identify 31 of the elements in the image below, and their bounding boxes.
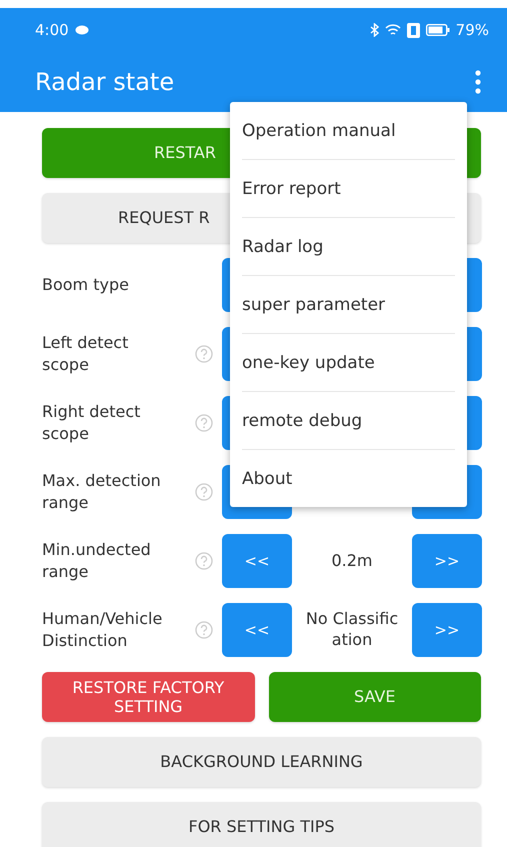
setting-label: Max. detection range [42,470,162,514]
bluetooth-icon [370,23,379,37]
app-title: Radar state [35,68,174,96]
action-button[interactable]: BACKGROUND LEARNING [42,737,481,787]
menu-item[interactable]: About [242,450,455,507]
setting-label: Left detect scope [42,332,130,376]
chat-bubble-icon [74,24,89,36]
action-button[interactable]: FOR SETTING TIPS [42,802,481,847]
setting-label: Right detect scope [42,401,142,445]
clock-time: 4:00 [35,21,69,39]
action-button[interactable]: RESTORE FACTORY SETTING [42,672,254,722]
setting-label: Human/Vehicle Distinction [42,608,164,652]
menu-item[interactable]: Operation manual [242,102,455,160]
menu-item[interactable]: Radar log [242,218,455,276]
wifi-icon [384,24,401,36]
help-icon[interactable] [195,345,213,363]
setting-value: 0.2m [330,550,374,572]
menu-item[interactable]: one-key update [242,334,455,392]
setting-value: No Classific ation [304,609,400,651]
help-icon[interactable] [195,414,213,432]
setting-label: Boom type [42,274,130,296]
help-icon[interactable] [195,483,213,501]
menu-item[interactable]: Error report [242,160,455,218]
more-options-icon[interactable] [475,70,481,94]
menu-item[interactable]: super parameter [242,276,455,334]
menu-item[interactable]: remote debug [242,392,455,450]
help-icon[interactable] [195,552,213,570]
battery-icon [426,24,450,36]
help-icon[interactable] [195,621,213,639]
setting-label: Min.undected range [42,539,152,583]
battery-percent: 79% [456,21,489,39]
